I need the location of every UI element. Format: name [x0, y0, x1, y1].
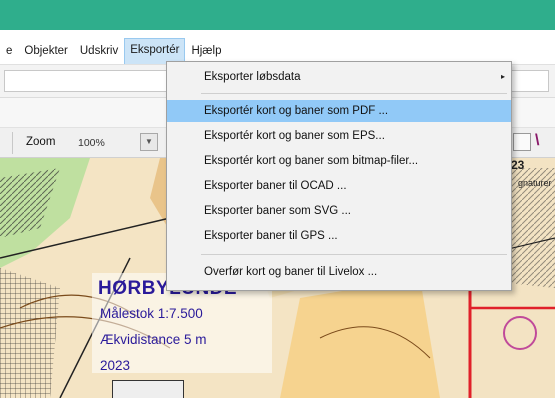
menu-item-objekter[interactable]: Objekter — [18, 39, 73, 64]
chevron-right-icon: ▸ — [500, 72, 505, 81]
toolbar-separator — [12, 132, 13, 154]
menu-export-race-data[interactable]: Eksporter løbsdata ▸ — [167, 66, 511, 88]
menu-item-udskriv[interactable]: Udskriv — [74, 39, 124, 64]
menu-item-label: Eksportér kort og baner som PDF ... — [204, 105, 389, 117]
menu-export-bitmap[interactable]: Eksportér kort og baner som bitmap-filer… — [167, 150, 511, 172]
menu-export-gps[interactable]: Eksporter baner til GPS ... — [167, 225, 511, 247]
menu-item-label: Eksporter baner som SVG ... — [204, 205, 352, 217]
menu-item-label: Eksporter løbsdata — [204, 71, 301, 83]
toolbar-button[interactable] — [513, 133, 531, 151]
menu-export-svg[interactable]: Eksporter baner som SVG ... — [167, 200, 511, 222]
menu-item-partial[interactable]: e — [0, 39, 18, 64]
zoom-label: Zoom — [26, 136, 56, 148]
map-contour-interval: Ækvidistance 5 m — [100, 332, 207, 347]
titlebar-gap — [0, 30, 555, 39]
menu-export-ocad[interactable]: Eksporter baner til OCAD ... — [167, 175, 511, 197]
zoom-value[interactable]: 100% — [78, 137, 105, 149]
map-year-label-top: 23 — [511, 158, 525, 172]
map-scale: Målestok 1:7.500 — [100, 306, 203, 321]
draw-tool-icon[interactable]: \ — [535, 132, 555, 154]
map-legend-text: gnaturer — [518, 178, 552, 188]
window-titlebar — [0, 0, 555, 30]
menu-item-label: Eksportér kort og baner som EPS... — [204, 130, 385, 142]
menu-item-label: Overfør kort og baner til Livelox ... — [204, 266, 378, 278]
menu-item-label: Eksporter baner til OCAD ... — [204, 180, 347, 192]
menu-export-eps[interactable]: Eksportér kort og baner som EPS... — [167, 125, 511, 147]
export-dropdown-menu: Eksporter løbsdata ▸ Eksportér kort og b… — [166, 61, 512, 291]
map-year: 2023 — [100, 358, 131, 373]
menu-item-label: Eksporter baner til GPS ... — [204, 230, 338, 242]
chevron-down-icon: ▼ — [145, 137, 153, 146]
zoom-dropdown-button[interactable]: ▼ — [140, 133, 158, 151]
menu-transfer-livelox[interactable]: Overfør kort og baner til Livelox ... — [167, 261, 511, 283]
menu-export-pdf[interactable]: Eksportér kort og baner som PDF ... — [167, 100, 511, 122]
menu-item-label: Eksportér kort og baner som bitmap-filer… — [204, 155, 419, 167]
menu-separator — [201, 93, 507, 94]
menu-separator — [201, 254, 507, 255]
map-logo-image — [112, 380, 184, 398]
